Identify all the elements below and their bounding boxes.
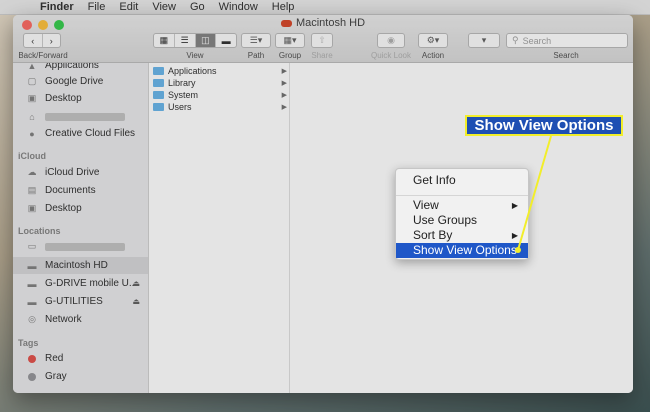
callout-label: Show View Options [465,115,623,136]
callout-leader-line [515,135,552,253]
